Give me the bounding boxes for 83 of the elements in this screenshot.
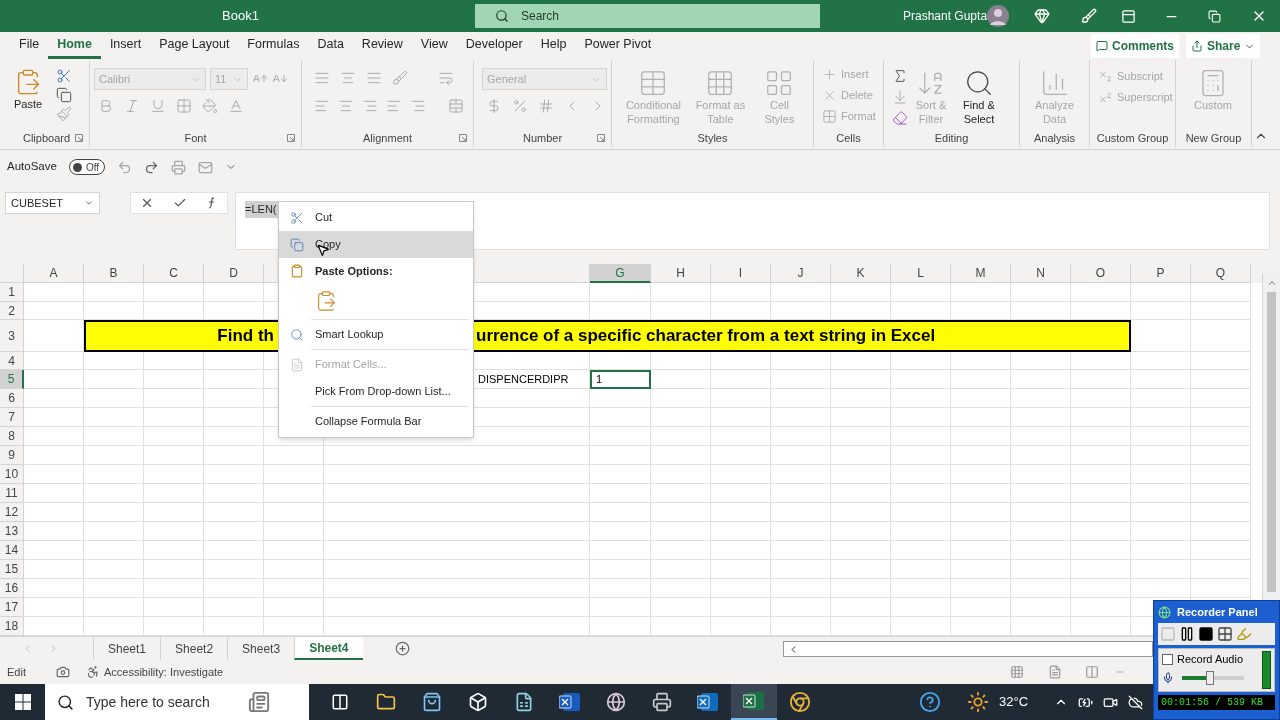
user-name: Prashant Gupta — [903, 8, 988, 25]
ribbon-tab[interactable]: Data — [308, 33, 353, 59]
row-header: 12 — [0, 503, 24, 522]
group-label: Number — [522, 130, 563, 146]
taskbar-search-field[interactable]: Type here to search — [45, 684, 309, 720]
menu-item[interactable]: Copy — [279, 231, 473, 258]
search-field[interactable]: Search — [475, 4, 820, 28]
ribbon-tab[interactable]: Review — [352, 33, 412, 59]
row-header: 7 — [0, 408, 24, 427]
ribbon-tab[interactable]: View — [411, 33, 457, 59]
column-header: D — [204, 264, 264, 283]
share-button[interactable]: Share — [1186, 34, 1261, 58]
paste-button[interactable]: Paste — [8, 64, 48, 113]
status-mode: Edit — [7, 664, 26, 680]
column-header: J — [771, 264, 831, 283]
sheet-tab[interactable]: Sheet2 — [160, 637, 228, 660]
recording-time: 00:01:56 / 539 KB — [1161, 696, 1264, 710]
group-label: Custom Group — [1096, 130, 1169, 146]
find-select-button[interactable]: Find & Select — [954, 64, 1004, 126]
group-label: Alignment — [363, 130, 412, 146]
row-header: 14 — [0, 541, 24, 560]
row-header: 2 — [0, 302, 24, 320]
ribbon-tab[interactable]: File — [10, 33, 49, 59]
accessibility-status[interactable]: Accessibility: Investigate — [103, 663, 224, 681]
column-header: P — [1131, 264, 1191, 283]
group-label: New Group — [1185, 130, 1242, 146]
ribbon-tab[interactable]: Page Layout — [150, 33, 239, 59]
column-header: B — [84, 264, 144, 283]
column-header: C — [144, 264, 204, 283]
row-header: 17 — [0, 598, 24, 617]
menu-item[interactable]: Collapse Formula Bar — [279, 408, 473, 435]
cell-text: DISPENCERDIPR — [478, 371, 569, 387]
row-header: 11 — [0, 484, 24, 503]
ribbon-tab[interactable]: Developer — [456, 33, 532, 59]
name-box[interactable]: CUBESET — [5, 192, 100, 214]
row-header: 18 — [0, 617, 24, 636]
row-header: 9 — [0, 446, 24, 465]
column-header: M — [951, 264, 1011, 283]
row-header: 6 — [0, 389, 24, 408]
row-header: 8 — [0, 427, 24, 446]
column-header: N — [1011, 264, 1071, 283]
ribbon-tab[interactable]: Help — [531, 33, 576, 59]
column-header: A — [24, 264, 84, 283]
row-header: 3 — [0, 320, 24, 352]
column-header: G — [590, 264, 651, 283]
column-header: L — [891, 264, 951, 283]
group-label: Font — [184, 130, 207, 146]
banner-text: urrence of a specific character from a text string in Excel — [476, 325, 936, 348]
menu-item[interactable]: Cut — [279, 204, 473, 231]
group-label: Editing — [934, 130, 969, 146]
row-header: 15 — [0, 560, 24, 579]
banner-text: Find th — [217, 325, 274, 348]
row-header: 5 — [0, 370, 24, 389]
group-label: Analysis — [1034, 130, 1075, 146]
temperature: 32°C — [999, 693, 1029, 712]
sheet-tab[interactable]: Sheet1 — [93, 637, 161, 660]
menu-header: Paste Options: — [315, 263, 393, 279]
row-header: 13 — [0, 522, 24, 541]
ribbon-tab[interactable]: Insert — [100, 33, 151, 59]
row-header: 16 — [0, 579, 24, 598]
column-header: I — [711, 264, 771, 283]
group-label: Clipboard — [22, 130, 71, 146]
record-audio-label: Record Audio — [1177, 652, 1244, 667]
column-header: Q — [1191, 264, 1251, 283]
column-header: O — [1071, 264, 1131, 283]
recorder-title: Recorder Panel — [1177, 604, 1258, 620]
column-header: K — [831, 264, 891, 283]
row-header: 10 — [0, 465, 24, 484]
sheet-tab[interactable]: Sheet4 — [294, 637, 363, 660]
window-title: Book1 — [222, 7, 259, 26]
group-label: Cells — [836, 130, 861, 146]
autosave-toggle[interactable]: Off — [68, 159, 105, 175]
row-header: 4 — [0, 352, 24, 370]
menu-item[interactable]: Pick From Drop-down List... — [279, 378, 473, 405]
active-cell[interactable]: 1 — [590, 370, 651, 389]
column-header: H — [651, 264, 711, 283]
menu-item[interactable]: Smart Lookup — [279, 321, 473, 348]
ribbon-tab[interactable]: Formulas — [238, 33, 309, 59]
ribbon-tab[interactable]: Power Pivot — [575, 33, 661, 59]
comments-button[interactable]: Comments — [1091, 34, 1179, 58]
row-header: 1 — [0, 283, 24, 302]
group-label: Styles — [697, 130, 728, 146]
autosave-label: AutoSave — [7, 159, 57, 175]
